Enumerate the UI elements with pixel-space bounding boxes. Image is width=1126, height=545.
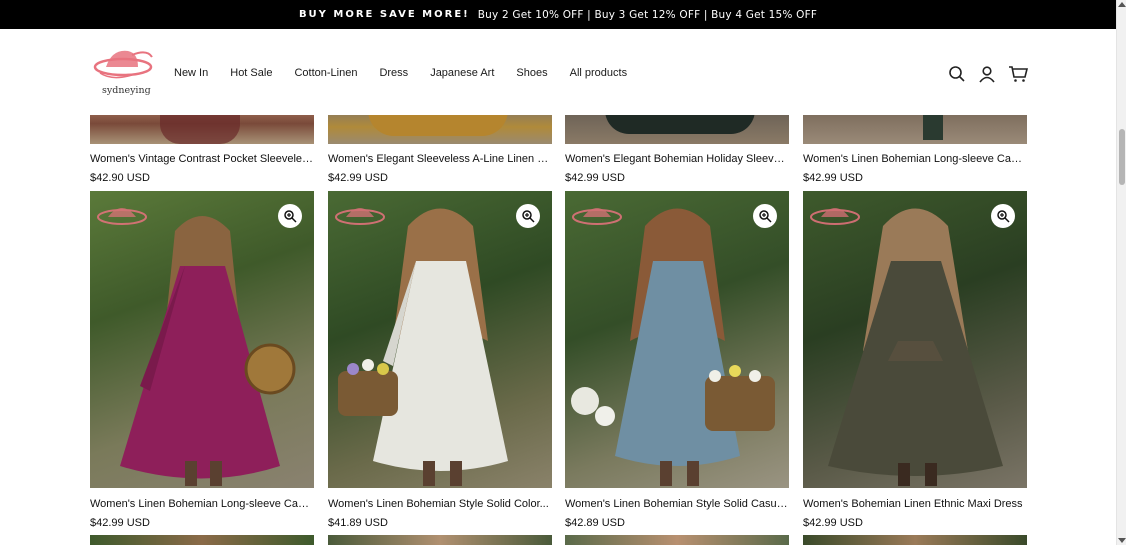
product-title[interactable]: Women's Linen Bohemian Long-sleeve Casua… bbox=[803, 153, 1027, 165]
product-title[interactable]: Women's Elegant Bohemian Holiday Sleevel… bbox=[565, 153, 789, 165]
zoom-icon bbox=[997, 210, 1010, 223]
product-title[interactable]: Women's Linen Bohemian Style Solid Color… bbox=[328, 498, 552, 510]
product-price: $41.89 USD bbox=[328, 517, 388, 529]
product-image[interactable] bbox=[90, 535, 314, 545]
quick-view-button[interactable] bbox=[516, 204, 540, 228]
header-actions bbox=[948, 65, 1029, 83]
watermark-logo bbox=[569, 199, 625, 239]
nav-all-products[interactable]: All products bbox=[570, 67, 627, 79]
quick-view-button[interactable] bbox=[278, 204, 302, 228]
product-image[interactable] bbox=[328, 191, 552, 488]
nav-dress[interactable]: Dress bbox=[379, 67, 408, 79]
product-price: $42.99 USD bbox=[90, 517, 150, 529]
watermark-logo bbox=[807, 199, 863, 239]
product-title[interactable]: Women's Linen Bohemian Long-sleeve Casua… bbox=[90, 498, 314, 510]
scroll-thumb[interactable] bbox=[1119, 129, 1125, 185]
watermark-logo bbox=[94, 199, 150, 239]
product-price: $42.89 USD bbox=[565, 517, 625, 529]
cart-icon[interactable] bbox=[1008, 65, 1029, 83]
nav-new-in[interactable]: New In bbox=[174, 67, 208, 79]
product-title[interactable]: Women's Elegant Sleeveless A-Line Linen … bbox=[328, 153, 552, 165]
product-title[interactable]: Women's Bohemian Linen Ethnic Maxi Dress bbox=[803, 498, 1027, 510]
product-image[interactable] bbox=[90, 191, 314, 488]
quick-view-button[interactable] bbox=[753, 204, 777, 228]
scroll-up-icon[interactable] bbox=[1118, 2, 1126, 7]
product-image[interactable] bbox=[90, 110, 314, 144]
watermark-logo bbox=[332, 199, 388, 239]
zoom-icon bbox=[522, 210, 535, 223]
product-price: $42.99 USD bbox=[565, 172, 625, 184]
quick-view-button[interactable] bbox=[991, 204, 1015, 228]
product-image[interactable] bbox=[803, 535, 1027, 545]
product-price: $42.90 USD bbox=[90, 172, 150, 184]
product-image[interactable] bbox=[803, 110, 1027, 144]
product-image[interactable] bbox=[565, 535, 789, 545]
brand-logo[interactable]: sydneying bbox=[92, 45, 158, 99]
hat-logo-icon bbox=[93, 50, 153, 79]
zoom-icon bbox=[284, 210, 297, 223]
product-image[interactable] bbox=[328, 110, 552, 144]
zoom-icon bbox=[759, 210, 772, 223]
product-price: $42.99 USD bbox=[803, 517, 863, 529]
scroll-down-icon[interactable] bbox=[1118, 538, 1126, 543]
nav-cotton-linen[interactable]: Cotton-Linen bbox=[294, 67, 357, 79]
account-icon[interactable] bbox=[978, 65, 996, 83]
product-image[interactable] bbox=[565, 110, 789, 144]
nav-hot-sale[interactable]: Hot Sale bbox=[230, 67, 272, 79]
main-nav: New In Hot Sale Cotton-Linen Dress Japan… bbox=[174, 67, 649, 79]
product-title[interactable]: Women's Linen Bohemian Style Solid Casua… bbox=[565, 498, 789, 510]
nav-shoes[interactable]: Shoes bbox=[516, 67, 547, 79]
product-title[interactable]: Women's Vintage Contrast Pocket Sleevele… bbox=[90, 153, 314, 165]
product-image[interactable] bbox=[328, 535, 552, 545]
nav-japanese-art[interactable]: Japanese Art bbox=[430, 67, 494, 79]
site-header: sydneying New In Hot Sale Cotton-Linen D… bbox=[0, 29, 1116, 115]
page-scrollbar[interactable] bbox=[1116, 0, 1126, 545]
brand-name: sydneying bbox=[102, 85, 151, 96]
product-image[interactable] bbox=[565, 191, 789, 488]
product-price: $42.99 USD bbox=[328, 172, 388, 184]
product-price: $42.99 USD bbox=[803, 172, 863, 184]
search-icon[interactable] bbox=[948, 65, 966, 83]
product-image[interactable] bbox=[803, 191, 1027, 488]
